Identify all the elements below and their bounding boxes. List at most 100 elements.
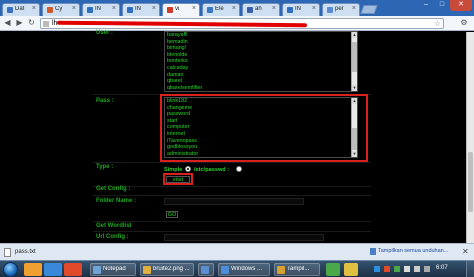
list-item[interactable]: start: [165, 118, 357, 125]
user-listbox[interactable]: barayaffi bemadin bintang! blenolde bont…: [164, 31, 358, 92]
address-bar[interactable]: lh ☆: [40, 18, 444, 29]
divider: [93, 221, 371, 222]
taskbar-app[interactable]: [198, 263, 214, 276]
start-button[interactable]: start: [166, 176, 190, 183]
taskbar-chrome-icon[interactable]: [326, 263, 340, 276]
scroll-down-icon[interactable]: ▼: [352, 151, 357, 157]
tab-close-icon[interactable]: ×: [32, 5, 36, 12]
tray-app-icon[interactable]: [394, 266, 400, 272]
start-button[interactable]: [3, 262, 18, 277]
taskbar-button-label: bruite2.png ...: [153, 266, 190, 272]
password-listbox[interactable]: blink182 changeme password start compute…: [164, 97, 358, 158]
list-item[interactable]: qbarelsemfilter: [165, 85, 357, 91]
text-file-icon: [4, 248, 11, 257]
url-config-field[interactable]: [164, 234, 324, 241]
flag-icon[interactable]: [404, 266, 410, 272]
taskbar-notepad[interactable]: Notepad: [90, 263, 136, 276]
tab-close-icon[interactable]: ×: [312, 5, 316, 12]
close-window-button[interactable]: ✕: [450, 0, 472, 11]
browser-tab-active[interactable]: vi ×: [162, 3, 200, 16]
list-item[interactable]: computer: [165, 124, 357, 131]
wrench-menu-icon[interactable]: ⚙: [458, 18, 470, 29]
list-item[interactable]: bintang!: [165, 45, 357, 52]
download-bar: pass.txt Tampilkan semua unduhan... ✕: [0, 243, 474, 260]
maximize-button[interactable]: □: [434, 0, 450, 11]
list-item[interactable]: calcaday: [165, 65, 357, 72]
tab-close-icon[interactable]: ×: [72, 5, 76, 12]
go-button[interactable]: GO: [166, 211, 178, 218]
taskbar-image[interactable]: bruite2.png ...: [140, 263, 194, 276]
browser-tab[interactable]: Ele ×: [202, 3, 240, 16]
browser-tab[interactable]: per ×: [322, 3, 360, 16]
taskbar-windows[interactable]: Windows ...: [218, 263, 270, 276]
favicon-icon: [127, 7, 133, 13]
scroll-up-icon[interactable]: ▲: [352, 98, 357, 104]
pinned-ie-icon[interactable]: [44, 263, 62, 276]
list-item[interactable]: gobluel: [165, 157, 357, 158]
page-scrollbar[interactable]: [466, 32, 474, 243]
show-desktop-button[interactable]: [466, 261, 474, 277]
list-item[interactable]: bonterks: [165, 58, 357, 65]
folder-name-field[interactable]: [164, 198, 304, 205]
list-item[interactable]: daman: [165, 72, 357, 79]
scroll-up-icon[interactable]: ▲: [352, 32, 357, 38]
list-item[interactable]: qbarelsmscanner: [165, 91, 357, 92]
taskbar-explorer[interactable]: Tampil...: [274, 263, 320, 276]
list-item[interactable]: blenolde: [165, 52, 357, 59]
list-item[interactable]: barayaffi: [165, 32, 357, 39]
browser-tab[interactable]: Dat ×: [2, 3, 40, 16]
list-item[interactable]: qbarel: [165, 78, 357, 85]
download-item[interactable]: pass.txt: [3, 247, 73, 258]
list-item[interactable]: iTavenopass: [165, 138, 357, 145]
favicon-icon: [247, 7, 253, 13]
divider: [93, 195, 371, 196]
tab-close-icon[interactable]: ×: [272, 5, 276, 12]
forward-button[interactable]: ▶: [14, 18, 25, 29]
list-item[interactable]: blink182: [165, 98, 357, 105]
passwd-radio[interactable]: [236, 166, 242, 172]
get-wordlist-label: Get Wordlist: [96, 223, 132, 229]
back-button[interactable]: ◀: [2, 18, 13, 29]
pinned-media-icon[interactable]: [64, 263, 82, 276]
pinned-explorer-icon[interactable]: [24, 263, 42, 276]
favicon-icon: [207, 7, 213, 13]
reload-button[interactable]: ↻: [26, 18, 37, 29]
power-icon[interactable]: [424, 266, 430, 272]
list-item[interactable]: administrator: [165, 151, 357, 157]
list-item[interactable]: bemadin: [165, 39, 357, 46]
list-item[interactable]: internet: [165, 131, 357, 138]
scroll-down-icon[interactable]: ▼: [352, 85, 357, 91]
tab-close-icon[interactable]: ×: [152, 5, 156, 12]
close-download-bar-icon[interactable]: ✕: [462, 247, 469, 256]
scroll-thumb[interactable]: [352, 128, 357, 150]
tab-close-icon[interactable]: ×: [352, 5, 356, 12]
browser-tab[interactable]: IN ×: [282, 3, 320, 16]
browser-tab[interactable]: IN ×: [82, 3, 120, 16]
clock[interactable]: 6:07: [436, 265, 448, 271]
type-label: Type :: [96, 164, 114, 170]
folder-name-label: Folder Name :: [96, 198, 137, 204]
browser-tab[interactable]: ah ×: [242, 3, 280, 16]
show-all-downloads-link[interactable]: Tampilkan semua unduhan...: [378, 248, 448, 254]
tab-close-icon[interactable]: ×: [232, 5, 236, 12]
tab-close-icon[interactable]: ×: [112, 5, 116, 12]
minimize-button[interactable]: –: [418, 0, 434, 11]
network-icon[interactable]: [374, 266, 380, 272]
scroll-thumb[interactable]: [468, 152, 473, 212]
list-item[interactable]: password: [165, 111, 357, 118]
password-list-scrollbar[interactable]: ▲ ▼: [351, 98, 357, 157]
new-tab-button[interactable]: [360, 5, 378, 14]
volume-icon[interactable]: [414, 266, 420, 272]
browser-tab[interactable]: Cy ×: [42, 3, 80, 16]
browser-tab[interactable]: IN ×: [122, 3, 160, 16]
list-item[interactable]: godblessyou: [165, 144, 357, 151]
bookmark-star-icon[interactable]: ☆: [434, 19, 441, 28]
download-file-name: pass.txt: [15, 249, 36, 255]
user-list-scrollbar[interactable]: ▲ ▼: [351, 32, 357, 91]
antivirus-icon[interactable]: [384, 266, 390, 272]
tab-close-icon[interactable]: ×: [192, 5, 196, 12]
taskbar-app-icon[interactable]: [344, 263, 358, 276]
simple-radio[interactable]: [185, 166, 191, 172]
scroll-thumb[interactable]: [352, 42, 357, 72]
list-item[interactable]: changeme: [165, 105, 357, 112]
